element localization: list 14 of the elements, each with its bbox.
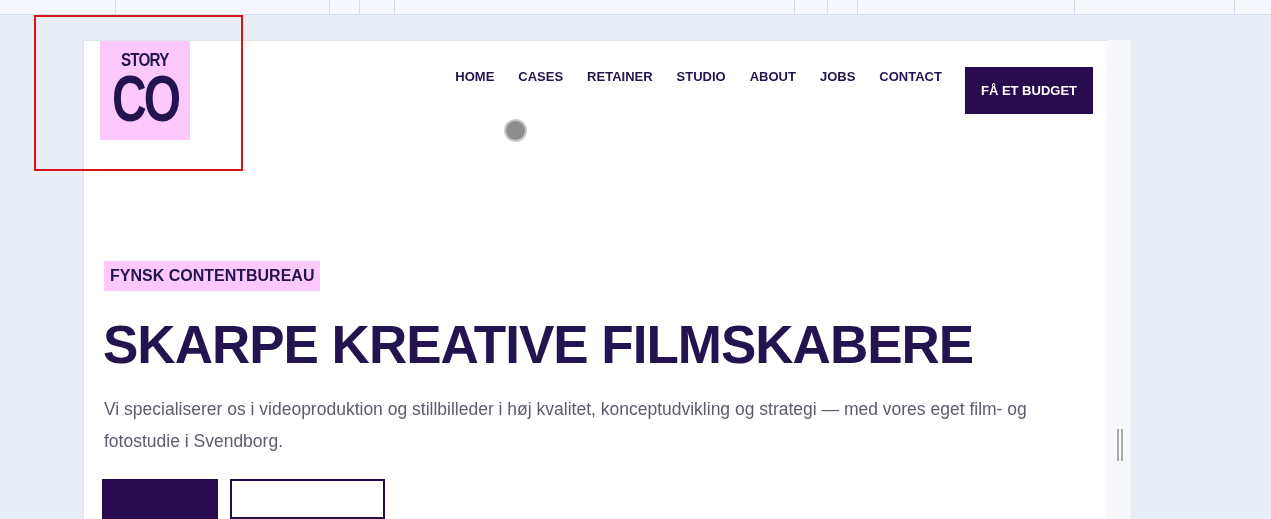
nav-link[interactable]: STUDIO	[676, 67, 726, 87]
tagline: FYNSK CONTENTBUREAU	[104, 261, 321, 291]
hero-heading: SKARPE KREATIVE FILMSKABERE	[102, 314, 975, 376]
nav-link[interactable]: CONTACT	[879, 67, 942, 87]
nav-link[interactable]: CASES	[518, 67, 564, 87]
nav-link[interactable]: ABOUT	[749, 67, 796, 87]
intro-text: Vi specialiserer os i videoproduktion og stillbilleder i høj kvalitet, konceptudvikling og strategi — med vores eget film- og fotostudie i Svendborg.	[103, 398, 1028, 453]
nav-link[interactable]: HOME	[455, 67, 495, 87]
resize-handle-icon[interactable]	[1117, 429, 1123, 461]
budget-button[interactable]: FÅ ET BUDGET	[964, 67, 1093, 114]
nav-link[interactable]: RETAINER	[587, 67, 653, 87]
outline-button[interactable]	[230, 479, 385, 519]
logo[interactable]: STORY CO	[100, 41, 190, 140]
nav-link[interactable]: JOBS	[819, 67, 856, 87]
